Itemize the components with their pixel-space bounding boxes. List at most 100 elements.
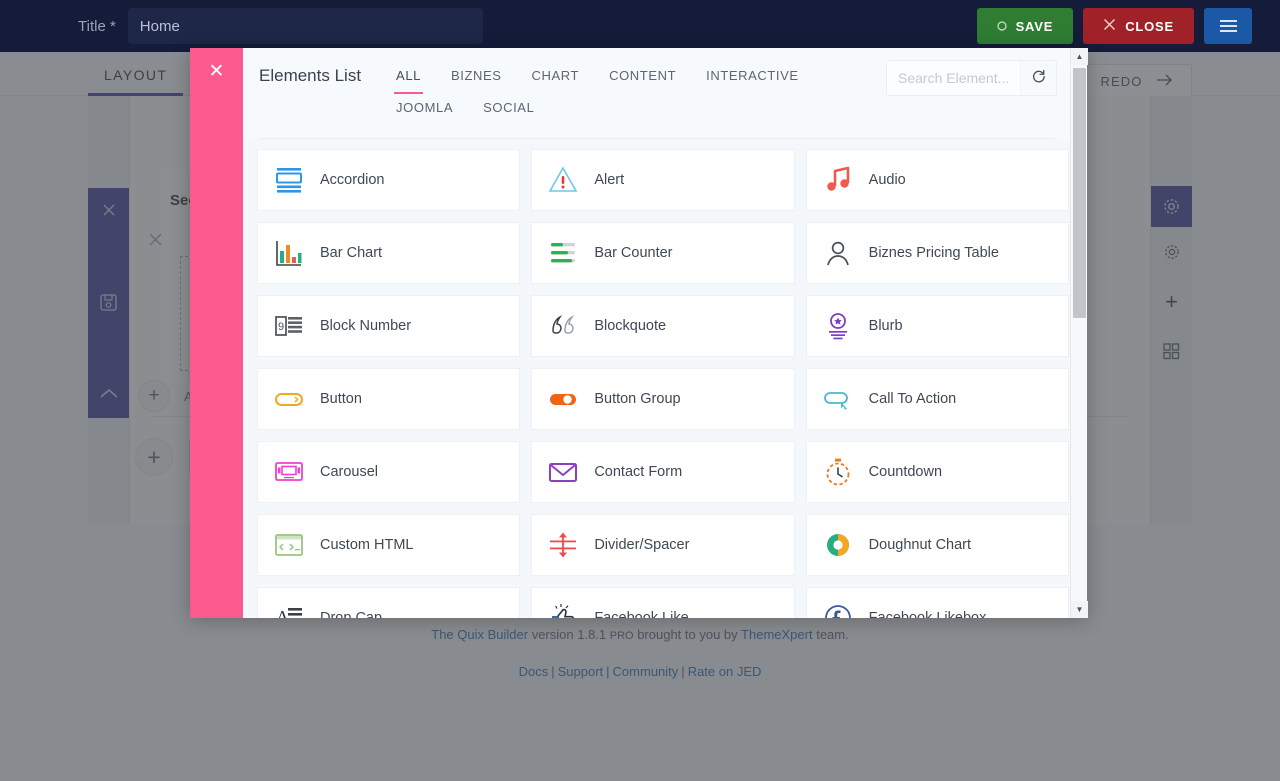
tab-chart[interactable]: CHART: [530, 62, 582, 94]
call-to-action-icon: [821, 382, 855, 416]
element-card-label: Alert: [594, 172, 625, 188]
alert-triangle-icon: [546, 163, 580, 197]
element-card[interactable]: Doughnut Chart: [805, 514, 1069, 576]
element-card[interactable]: Alert: [531, 149, 795, 211]
thumbs-up-icon: [546, 601, 580, 618]
title-input[interactable]: [127, 8, 483, 44]
refresh-icon: [1031, 69, 1046, 87]
element-card[interactable]: Biznes Pricing Table: [805, 222, 1069, 284]
stopwatch-icon: [821, 455, 855, 489]
element-card[interactable]: Call To Action: [805, 368, 1069, 430]
element-card-label: Facebook Like: [594, 610, 689, 618]
bar-counter-icon: [546, 236, 580, 270]
modal-body: Elements List ALL BIZNES CHART CONTENT INTER…: [243, 48, 1087, 618]
element-card[interactable]: A Drop Cap: [257, 587, 521, 618]
divider-icon: [546, 528, 580, 562]
close-icon: [1103, 18, 1116, 34]
bar-chart-icon: [272, 236, 306, 270]
refresh-button[interactable]: [1020, 61, 1056, 95]
element-card[interactable]: Facebook Likebox: [805, 587, 1069, 618]
close-button[interactable]: CLOSE: [1083, 8, 1194, 44]
svg-text:9: 9: [278, 321, 284, 333]
element-card-label: Biznes Pricing Table: [868, 245, 999, 261]
element-card[interactable]: Contact Form: [531, 441, 795, 503]
scrollbar-thumb[interactable]: [1073, 68, 1086, 318]
tab-biznes[interactable]: BIZNES: [449, 62, 504, 94]
tab-all[interactable]: ALL: [394, 62, 423, 94]
button-group-icon: [546, 382, 580, 416]
element-card-label: Drop Cap: [320, 610, 383, 618]
hamburger-icon: [1219, 20, 1237, 32]
element-card-label: Divider/Spacer: [594, 537, 690, 553]
element-card[interactable]: Bar Counter: [531, 222, 795, 284]
caret-up-icon[interactable]: ▲: [1071, 48, 1088, 65]
element-card[interactable]: Carousel: [257, 441, 521, 503]
search-box: [886, 60, 1057, 96]
drop-cap-icon: A: [272, 601, 306, 618]
element-card[interactable]: Button Group: [531, 368, 795, 430]
quote-icon: [546, 309, 580, 343]
topbar: Title * SAVE CLOSE: [0, 0, 1280, 52]
tab-content[interactable]: CONTENT: [607, 62, 678, 94]
blurb-badge-icon: [821, 309, 855, 343]
element-card-label: Button Group: [594, 391, 681, 407]
tab-interactive[interactable]: INTERACTIVE: [704, 62, 801, 94]
envelope-icon: [546, 455, 580, 489]
save-button-label: SAVE: [1015, 18, 1054, 34]
element-card[interactable]: Accordion: [257, 149, 521, 211]
element-card[interactable]: Audio: [805, 149, 1069, 211]
element-card[interactable]: Divider/Spacer: [531, 514, 795, 576]
element-card-label: Carousel: [320, 464, 379, 480]
element-card-label: Bar Chart: [320, 245, 383, 261]
element-card[interactable]: Facebook Like: [531, 587, 795, 618]
category-tabs: ALL BIZNES CHART CONTENT INTERACTIVE JOOMLA SO…: [381, 62, 871, 126]
doughnut-chart-icon: [821, 528, 855, 562]
element-card-label: Block Number: [320, 318, 412, 334]
element-card-label: Contact Form: [594, 464, 683, 480]
modal-header: Elements List ALL BIZNES CHART CONTENT INTER…: [243, 48, 1087, 139]
elements-scroll-area[interactable]: Accordion Alert Audio Bar Chart Bar Counter B…: [243, 139, 1087, 618]
caret-down-icon[interactable]: ▼: [1071, 601, 1088, 618]
topbar-actions: SAVE CLOSE: [976, 8, 1252, 44]
element-card[interactable]: Custom HTML: [257, 514, 521, 576]
carousel-icon: [272, 455, 306, 489]
title-label: Title *: [78, 17, 116, 35]
element-card-label: Call To Action: [868, 391, 957, 407]
element-card-label: Button: [320, 391, 362, 407]
element-card-label: Blurb: [868, 318, 903, 334]
tab-social[interactable]: SOCIAL: [481, 94, 536, 126]
modal-scrollbar[interactable]: ▲ ▼: [1070, 48, 1088, 618]
save-button[interactable]: SAVE: [976, 8, 1074, 44]
tab-joomla[interactable]: JOOMLA: [394, 94, 455, 126]
modal-title: Elements List: [259, 66, 362, 85]
element-card-label: Facebook Likebox: [868, 610, 987, 618]
close-icon[interactable]: ✕: [209, 62, 225, 618]
svg-text:A: A: [276, 607, 289, 618]
close-button-label: CLOSE: [1125, 18, 1174, 34]
element-card[interactable]: Button: [257, 368, 521, 430]
hamburger-menu-button[interactable]: [1204, 8, 1252, 44]
element-card[interactable]: Bar Chart: [257, 222, 521, 284]
element-card-label: Countdown: [868, 464, 943, 480]
block-number-icon: 9: [272, 309, 306, 343]
element-card-label: Blockquote: [594, 318, 667, 334]
facebook-icon: [821, 601, 855, 618]
element-card[interactable]: Blockquote: [531, 295, 795, 357]
music-note-icon: [821, 163, 855, 197]
element-card[interactable]: Blurb: [805, 295, 1069, 357]
element-card-label: Accordion: [320, 172, 385, 188]
element-card[interactable]: 9 Block Number: [257, 295, 521, 357]
code-window-icon: [272, 528, 306, 562]
elements-grid: Accordion Alert Audio Bar Chart Bar Counter B…: [257, 149, 1069, 618]
element-card-label: Doughnut Chart: [868, 537, 972, 553]
element-card-label: Audio: [868, 172, 906, 188]
button-pill-icon: [272, 382, 306, 416]
element-card-label: Custom HTML: [320, 537, 414, 553]
element-card-label: Bar Counter: [594, 245, 673, 261]
user-icon: [821, 236, 855, 270]
element-card[interactable]: Countdown: [805, 441, 1069, 503]
search-input[interactable]: [887, 61, 1020, 95]
elements-list-modal: ✕ Elements List ALL BIZNES CHART CONTENT INT…: [190, 48, 1088, 618]
modal-close-rail[interactable]: ✕: [190, 48, 243, 618]
circle-icon: [996, 19, 1007, 34]
